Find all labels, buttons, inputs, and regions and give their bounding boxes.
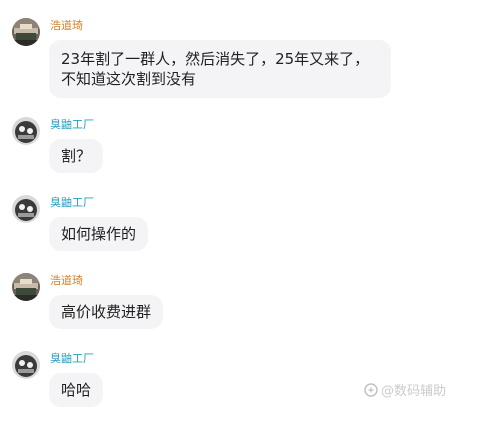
sender-name[interactable]: 臭鼬工厂 [50,196,94,210]
avatar-image [12,195,40,223]
avatar[interactable] [12,195,40,223]
sender-name[interactable]: 臭鼬工厂 [50,352,94,366]
zhihu-logo-icon [364,382,378,397]
avatar-image [12,117,40,145]
sender-name[interactable]: 浩道琦 [50,19,83,33]
avatar[interactable] [12,273,40,301]
avatar-image [12,273,40,301]
watermark: @数码辅助 [364,380,446,399]
message-bubble[interactable]: 如何操作的 [49,217,149,251]
avatar[interactable] [12,117,40,145]
watermark-text: @数码辅助 [381,384,447,399]
message-bubble[interactable]: 割？ [49,139,104,173]
chat-log: 浩道琦 23年割了一群人，然后消失了，25年又来了，不知道这次割到没有 臭鼬工厂… [0,0,496,421]
message-bubble[interactable]: 23年割了一群人，然后消失了，25年又来了，不知道这次割到没有 [49,40,391,98]
avatar-image [12,18,40,46]
avatar[interactable] [12,351,40,379]
message-bubble[interactable]: 高价收费进群 [49,295,164,329]
sender-name[interactable]: 臭鼬工厂 [50,118,94,132]
sender-name[interactable]: 浩道琦 [50,274,83,288]
avatar-image [12,351,40,379]
message-bubble[interactable]: 哈哈 [49,373,104,407]
avatar[interactable] [12,18,40,46]
